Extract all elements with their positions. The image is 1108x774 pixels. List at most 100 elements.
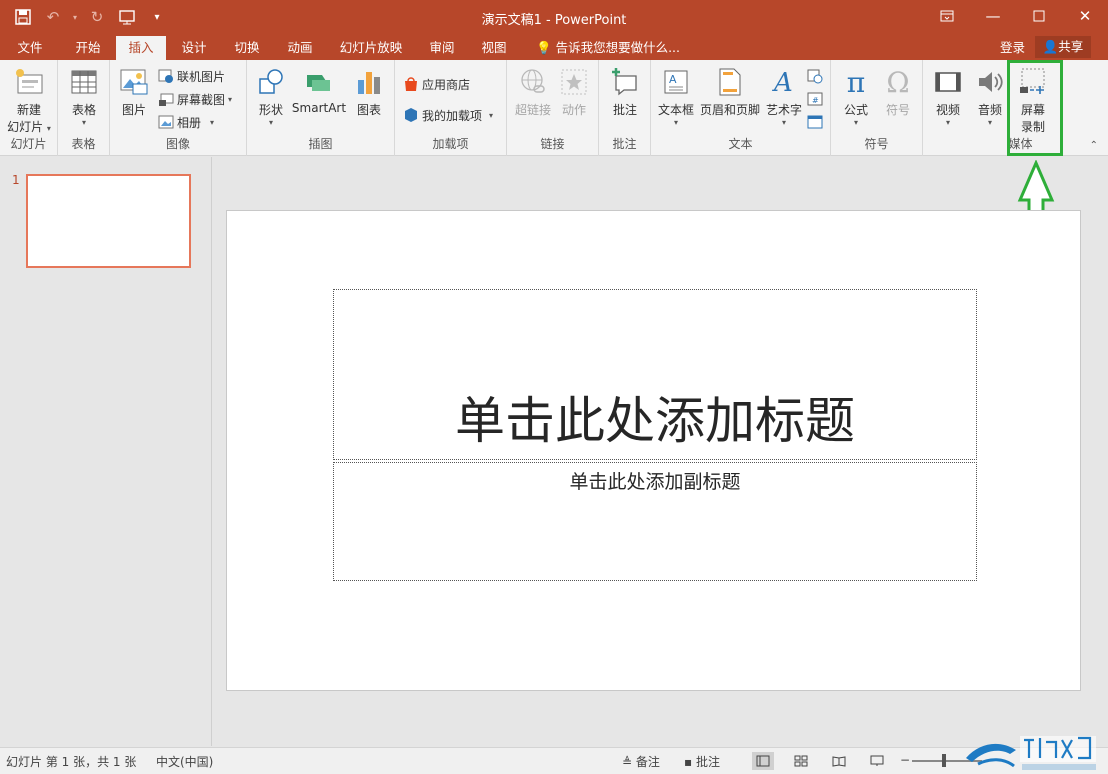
hyperlink-button[interactable]: 超链接 bbox=[511, 66, 555, 118]
tab-home[interactable]: 开始 bbox=[64, 36, 112, 60]
highlight-box bbox=[1007, 60, 1063, 156]
tab-slideshow[interactable]: 幻灯片放映 bbox=[335, 36, 407, 60]
ribbon: 新建 幻灯片 ▾ 幻灯片 表格 ▾ 表格 图片 联机图片 屏幕截图 ▾ 相册 ▾… bbox=[0, 60, 1108, 156]
slide-canvas[interactable]: 单击此处添加标题 单击此处添加副标题 bbox=[226, 210, 1081, 691]
store-icon bbox=[403, 76, 419, 92]
comments-icon: ▪ bbox=[684, 755, 693, 769]
collapse-ribbon-icon[interactable]: ⌃ bbox=[1090, 140, 1098, 151]
tab-animations[interactable]: 动画 bbox=[276, 36, 324, 60]
title-placeholder[interactable]: 单击此处添加标题 bbox=[333, 289, 977, 460]
slide-thumbnail-pane: 1 bbox=[0, 157, 212, 746]
date-time-button[interactable] bbox=[807, 66, 823, 86]
date-time-icon bbox=[807, 68, 823, 84]
picture-button[interactable]: 图片 bbox=[116, 66, 152, 118]
symbol-label: 符号 bbox=[885, 103, 910, 117]
group-label-comments: 批注 bbox=[612, 137, 637, 151]
slide-thumbnail[interactable] bbox=[26, 174, 191, 268]
smartart-button[interactable]: SmartArt bbox=[291, 66, 347, 115]
store-label: 应用商店 bbox=[422, 77, 471, 92]
language-indicator[interactable]: 中文(中国) bbox=[156, 753, 213, 770]
tab-insert[interactable]: 插入 bbox=[116, 36, 166, 60]
group-label-tables: 表格 bbox=[71, 137, 96, 151]
shapes-button[interactable]: 形状 ▾ bbox=[253, 66, 289, 127]
minimize-icon[interactable]: — bbox=[970, 0, 1016, 32]
screenshot-button[interactable]: 屏幕截图 ▾ bbox=[158, 89, 232, 109]
slide-number-button[interactable]: # bbox=[807, 89, 823, 109]
close-icon[interactable]: ✕ bbox=[1062, 0, 1108, 32]
zoom-out-button[interactable]: − bbox=[900, 753, 910, 767]
tab-design[interactable]: 设计 bbox=[170, 36, 218, 60]
title-placeholder-text: 单击此处添加标题 bbox=[455, 392, 855, 450]
slide-number: 1 bbox=[12, 173, 20, 187]
tab-transitions[interactable]: 切换 bbox=[223, 36, 271, 60]
group-label-images: 图像 bbox=[165, 137, 190, 151]
group-label-addins: 加载项 bbox=[432, 137, 469, 151]
share-label: 共享 bbox=[1058, 39, 1084, 54]
slideshow-view-icon[interactable] bbox=[866, 752, 888, 770]
tab-view[interactable]: 视图 bbox=[470, 36, 518, 60]
ribbon-display-options-icon[interactable] bbox=[924, 0, 970, 32]
wordart-button[interactable]: A 艺术字 ▾ bbox=[763, 66, 805, 127]
online-pictures-label: 联机图片 bbox=[177, 69, 226, 84]
video-label: 视频 bbox=[935, 103, 960, 117]
caret-down-icon: ▾ bbox=[210, 117, 215, 127]
reading-view-icon[interactable] bbox=[828, 752, 850, 770]
tab-review[interactable]: 审阅 bbox=[418, 36, 466, 60]
sign-in-link[interactable]: 登录 bbox=[1000, 36, 1025, 59]
online-pictures-icon bbox=[158, 68, 174, 84]
caret-down-icon: ▾ bbox=[945, 118, 950, 127]
header-footer-button[interactable]: 页眉和页脚 bbox=[697, 66, 763, 118]
chart-button[interactable]: 图表 bbox=[351, 66, 387, 118]
table-button[interactable]: 表格 ▾ bbox=[64, 66, 104, 127]
slide-sorter-view-icon[interactable] bbox=[790, 752, 812, 770]
comments-label: 批注 bbox=[695, 755, 720, 769]
store-button[interactable]: 应用商店 bbox=[403, 74, 470, 94]
tell-me-search[interactable]: 💡 告诉我您想要做什么... bbox=[536, 36, 680, 60]
textbox-button[interactable]: A 文本框 ▾ bbox=[655, 66, 697, 127]
new-slide-button[interactable]: 新建 幻灯片 ▾ bbox=[4, 66, 54, 135]
omega-icon: Ω bbox=[886, 65, 910, 99]
title-bar: ↶ ▾ ↻ ▾ 演示文稿1 - PowerPoint — ✕ bbox=[0, 0, 1108, 36]
symbol-button[interactable]: Ω 符号 bbox=[879, 66, 917, 118]
watermark-logo bbox=[966, 736, 1096, 770]
tab-file[interactable]: 文件 bbox=[8, 36, 52, 60]
object-button[interactable] bbox=[807, 112, 823, 132]
notes-button[interactable]: ≜ 备注 bbox=[622, 753, 660, 770]
action-button[interactable]: 动作 bbox=[557, 66, 591, 118]
my-addins-button[interactable]: 我的加载项 ▾ bbox=[403, 105, 493, 125]
header-footer-label: 页眉和页脚 bbox=[699, 103, 760, 117]
video-button[interactable]: 视频 ▾ bbox=[929, 66, 967, 127]
new-slide-label-2: 幻灯片 ▾ bbox=[7, 120, 51, 134]
group-text: A 文本框 ▾ 页眉和页脚 A 艺术字 ▾ # 文本 bbox=[651, 60, 831, 156]
textbox-label: 文本框 bbox=[657, 103, 694, 117]
group-label-links: 链接 bbox=[540, 137, 565, 151]
normal-view-icon[interactable] bbox=[752, 752, 774, 770]
equation-button[interactable]: π 公式 ▾ bbox=[837, 66, 875, 128]
table-label: 表格 bbox=[71, 103, 96, 117]
photo-album-button[interactable]: 相册 ▾ bbox=[158, 112, 214, 132]
caret-down-icon: ▾ bbox=[228, 94, 233, 104]
caret-down-icon: ▾ bbox=[673, 118, 678, 127]
comments-button[interactable]: ▪ 批注 bbox=[684, 753, 720, 770]
table-icon bbox=[68, 66, 100, 98]
svg-text:A: A bbox=[772, 68, 793, 97]
maximize-icon[interactable] bbox=[1016, 0, 1062, 32]
caret-down-icon: ▾ bbox=[987, 118, 992, 127]
shapes-label: 形状 bbox=[258, 103, 283, 117]
photo-album-icon bbox=[158, 114, 174, 130]
speaker-icon bbox=[974, 66, 1006, 98]
person-icon: 👤 bbox=[1042, 39, 1059, 54]
equation-label: 公式 bbox=[843, 103, 868, 117]
wordart-icon: A bbox=[768, 66, 800, 98]
wordart-label: 艺术字 bbox=[765, 103, 802, 117]
slide-info: 幻灯片 第 1 张，共 1 张 bbox=[6, 755, 137, 769]
subtitle-placeholder[interactable]: 单击此处添加副标题 bbox=[333, 462, 977, 581]
comment-button[interactable]: 批注 bbox=[605, 66, 645, 118]
audio-button[interactable]: 音频 ▾ bbox=[971, 66, 1009, 127]
zoom-slider-handle[interactable] bbox=[942, 754, 946, 767]
share-button[interactable]: 👤共享 bbox=[1035, 36, 1091, 58]
online-pictures-button[interactable]: 联机图片 bbox=[158, 66, 225, 86]
my-addins-label: 我的加载项 bbox=[422, 108, 483, 123]
subtitle-placeholder-text: 单击此处添加副标题 bbox=[569, 471, 741, 493]
group-tables: 表格 ▾ 表格 bbox=[58, 60, 110, 156]
